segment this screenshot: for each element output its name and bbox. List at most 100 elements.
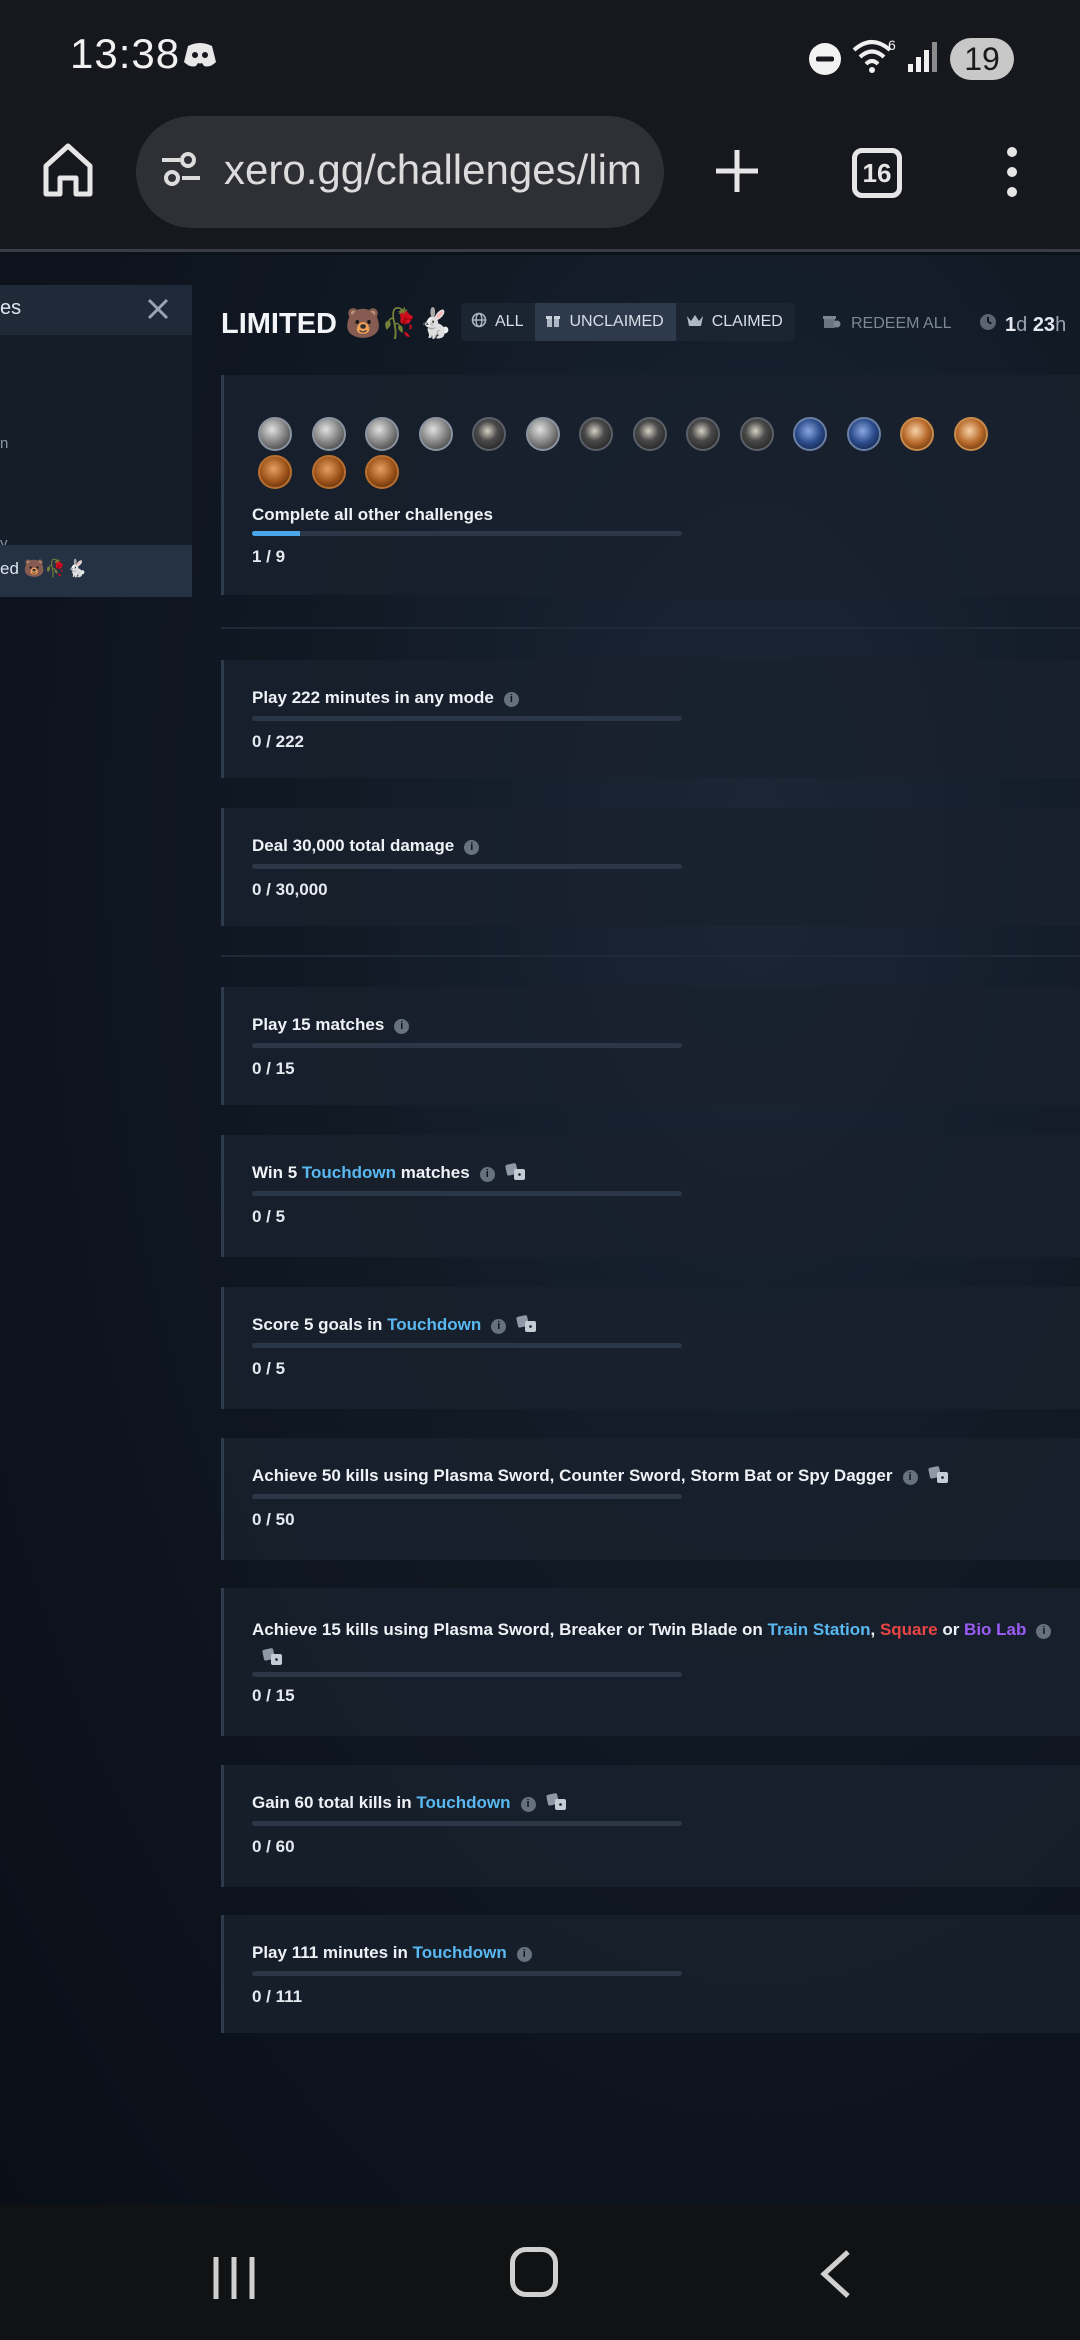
reward-badge-icon[interactable] — [472, 417, 506, 451]
home-icon[interactable] — [40, 140, 96, 200]
sidebar-item-active[interactable]: ed 🐻🥀🐇 — [0, 545, 192, 597]
home-circle-icon[interactable] — [510, 2247, 558, 2297]
site-settings-icon[interactable] — [158, 146, 204, 197]
back-icon[interactable] — [818, 2249, 852, 2304]
challenge-progress: 0 / 15 — [252, 1686, 295, 1705]
challenge-progress: 0 / 111 — [252, 1987, 303, 2006]
filter-all-label: ALL — [495, 313, 524, 330]
challenge-title-text: Achieve 15 kills using Plasma Sword, Bre… — [252, 1620, 768, 1639]
sidebar-item[interactable]: n — [0, 435, 8, 452]
reward-badge-icon[interactable] — [953, 417, 988, 451]
challenge-progress: 0 / 50 — [252, 1510, 295, 1529]
system-nav-bar — [0, 2205, 1080, 2340]
reward-badge-icon[interactable] — [311, 455, 346, 489]
more-vert-icon[interactable] — [1000, 142, 1024, 207]
reward-badge-icon[interactable] — [739, 417, 774, 451]
challenge-title-text: matches — [396, 1163, 470, 1182]
info-icon[interactable]: i — [394, 1019, 410, 1034]
game-mode-link[interactable]: Touchdown — [387, 1315, 481, 1334]
info-icon[interactable]: i — [902, 1470, 918, 1485]
game-mode-link[interactable]: Square — [880, 1620, 938, 1639]
challenge-title: Score 5 goals in Touchdown i — [252, 1315, 538, 1338]
reward-badge-icon[interactable] — [365, 417, 399, 451]
gift-check-icon — [823, 313, 841, 334]
reward-badge-icon[interactable] — [579, 417, 613, 451]
challenge-progress: 0 / 60 — [252, 1837, 295, 1856]
dice-icon[interactable] — [545, 1793, 568, 1816]
timer-hours-unit: h — [1055, 313, 1067, 336]
dice-icon[interactable] — [516, 1315, 538, 1338]
tab-switcher-button[interactable]: 16 — [852, 148, 902, 198]
challenge-progress: 0 / 15 — [252, 1059, 295, 1078]
challenge-progress-bar — [252, 1672, 682, 1677]
filter-tabs: ALL UNCLAIMED CLAIMED — [461, 303, 795, 341]
challenge-progress-bar — [252, 1043, 682, 1048]
game-mode-link[interactable]: Touchdown — [413, 1943, 507, 1962]
redeem-all-button[interactable]: REDEEM ALL — [823, 313, 951, 334]
master-challenge-progress: 1 / 9 — [252, 547, 286, 566]
dice-icon[interactable] — [262, 1647, 284, 1675]
battery-indicator: 19 — [950, 38, 1014, 80]
challenge-card: Deal 30,000 total damage i 0 / 30,000 — [221, 808, 1080, 926]
info-icon[interactable]: i — [1036, 1624, 1052, 1639]
close-sidebar-icon[interactable] — [146, 297, 170, 326]
reward-badge-icon[interactable] — [793, 417, 827, 451]
challenge-card: Gain 60 total kills in Touchdown i 0 / 60 — [221, 1765, 1080, 1887]
challenge-card: Achieve 15 kills using Plasma Sword, Bre… — [221, 1588, 1080, 1736]
filter-unclaimed-button[interactable]: UNCLAIMED — [535, 303, 676, 341]
challenge-card: Achieve 50 kills using Plasma Sword, Cou… — [221, 1438, 1080, 1560]
reward-badge-icon[interactable] — [258, 417, 292, 451]
gift-icon — [545, 312, 561, 333]
challenge-progress-bar — [252, 716, 682, 721]
game-mode-link[interactable]: Bio Lab — [964, 1620, 1026, 1639]
status-bar: 13:38 6 19 — [0, 0, 1080, 112]
signal-icon — [906, 40, 938, 79]
filter-all-button[interactable]: ALL — [461, 303, 535, 341]
filter-unclaimed-label: UNCLAIMED — [569, 313, 664, 330]
info-icon[interactable]: i — [516, 1947, 532, 1962]
filter-claimed-button[interactable]: CLAIMED — [676, 303, 795, 341]
info-icon[interactable]: i — [464, 840, 480, 855]
reward-badge-icon[interactable] — [900, 417, 934, 451]
dice-icon[interactable] — [505, 1163, 527, 1186]
challenge-card: Play 222 minutes in any mode i 0 / 222 — [221, 660, 1080, 778]
challenge-title: Gain 60 total kills in Touchdown i — [252, 1793, 568, 1816]
reward-badge-icon[interactable] — [632, 417, 667, 451]
svg-text:6: 6 — [888, 38, 896, 53]
challenge-timer: 1d 23h — [979, 313, 1066, 337]
new-tab-icon[interactable] — [712, 146, 762, 201]
reward-badge-icon[interactable] — [311, 417, 346, 451]
reward-badge-icon[interactable] — [258, 455, 292, 489]
info-icon[interactable]: i — [479, 1167, 495, 1182]
reward-badge-icon[interactable] — [365, 455, 399, 489]
master-challenge-title: Complete all other challenges — [252, 505, 493, 524]
wifi-icon: 6 — [852, 37, 896, 79]
reward-badge-icon[interactable] — [525, 417, 560, 451]
challenge-title-text: Win 5 — [252, 1163, 302, 1182]
timer-hours: 23 — [1032, 313, 1056, 336]
page-title: LIMITED 🐻🥀🐇 — [221, 308, 454, 340]
reward-badge-icon[interactable] — [686, 417, 720, 451]
discord-icon — [182, 40, 218, 75]
address-bar[interactable]: xero.gg/challenges/lim — [136, 116, 664, 228]
reward-badge-icon[interactable] — [418, 417, 453, 451]
challenge-title: Win 5 Touchdown matches i — [252, 1163, 527, 1186]
challenge-card: Score 5 goals in Touchdown i 0 / 5 — [221, 1287, 1080, 1409]
game-mode-link[interactable]: Touchdown — [416, 1793, 510, 1812]
recents-icon[interactable] — [212, 2255, 256, 2306]
dice-icon[interactable] — [927, 1466, 950, 1489]
info-icon[interactable]: i — [503, 692, 519, 707]
filter-claimed-label: CLAIMED — [711, 313, 783, 330]
info-icon[interactable]: i — [520, 1797, 536, 1812]
info-icon[interactable]: i — [491, 1319, 507, 1334]
challenge-progress: 0 / 5 — [252, 1359, 286, 1378]
sidebar-search[interactable]: es — [0, 285, 192, 335]
game-mode-link[interactable]: Train Station — [768, 1620, 871, 1639]
challenge-title-text: Achieve 50 kills using Plasma Sword, Cou… — [252, 1466, 893, 1485]
reward-badge-icon[interactable] — [846, 417, 881, 451]
clock-icon — [979, 313, 997, 337]
game-mode-link[interactable]: Touchdown — [302, 1163, 396, 1182]
crown-icon — [686, 313, 704, 332]
master-progress-bar — [252, 531, 682, 536]
challenge-card: Win 5 Touchdown matches i 0 / 5 — [221, 1135, 1080, 1257]
